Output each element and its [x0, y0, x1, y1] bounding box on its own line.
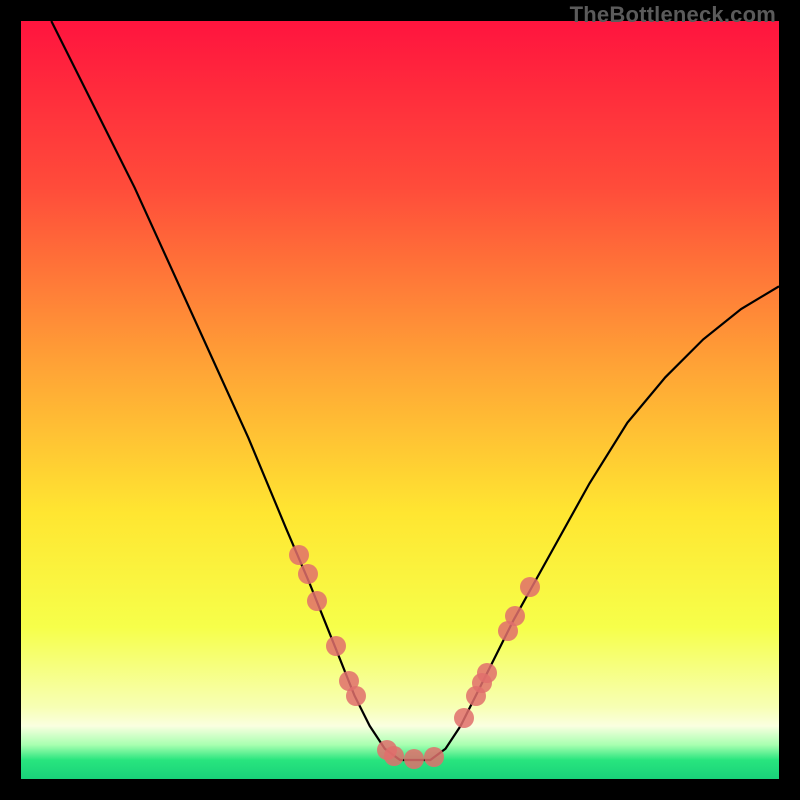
watermark-text: TheBottleneck.com — [570, 2, 776, 28]
chart-marker — [289, 545, 309, 565]
chart-marker — [454, 708, 474, 728]
chart-marker — [298, 564, 318, 584]
chart-marker — [384, 746, 404, 766]
chart-marker — [346, 686, 366, 706]
chart-marker — [505, 606, 525, 626]
chart-plot-area — [21, 21, 779, 779]
chart-marker — [424, 747, 444, 767]
chart-marker — [326, 636, 346, 656]
chart-marker — [520, 577, 540, 597]
chart-markers-layer — [21, 21, 779, 779]
chart-marker — [307, 591, 327, 611]
chart-marker — [404, 749, 424, 769]
chart-marker — [477, 663, 497, 683]
